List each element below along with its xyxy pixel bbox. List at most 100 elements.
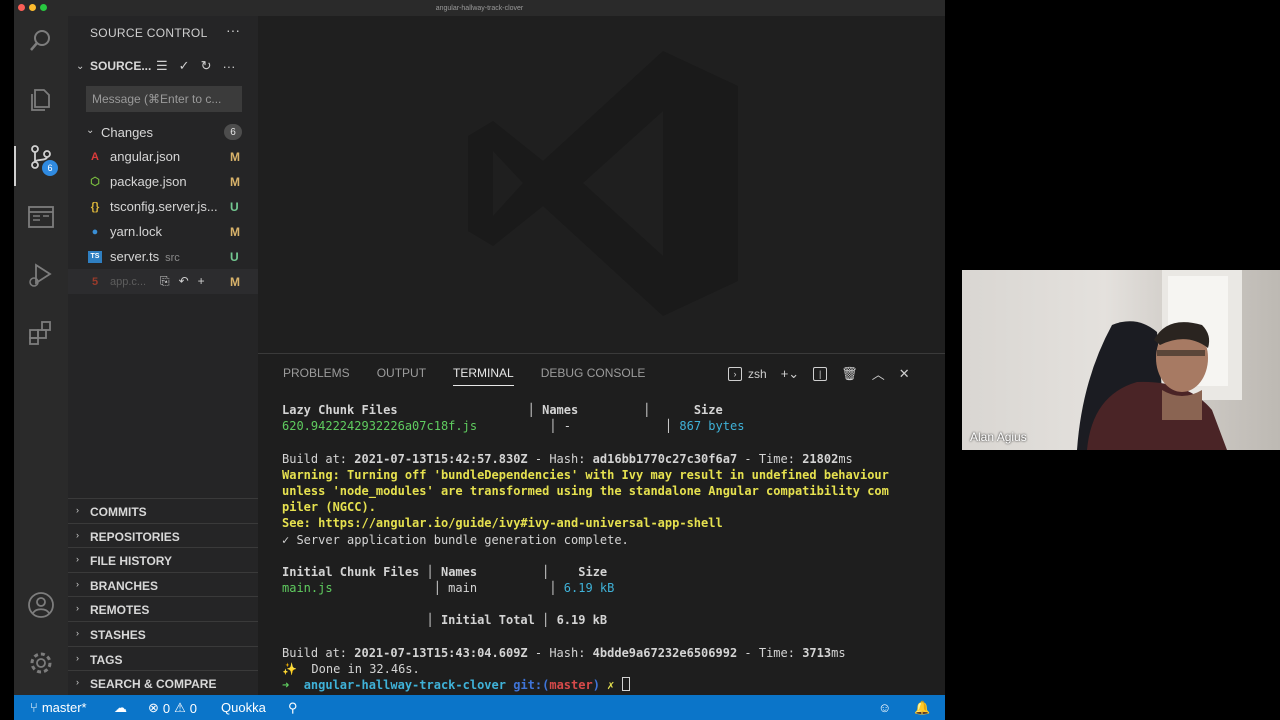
source-control-provider-row[interactable]: ⌄ SOURCE... ☰ ✓ ↻ ··· bbox=[68, 54, 258, 78]
open-file-icon[interactable]: ⎘ bbox=[160, 274, 170, 289]
editor-area[interactable] bbox=[258, 16, 945, 353]
minimize-window-button[interactable] bbox=[29, 4, 36, 11]
sidebar-more-actions-icon[interactable]: ··· bbox=[226, 22, 240, 38]
changed-file-item[interactable]: {} tsconfig.server.js... U bbox=[68, 194, 258, 219]
terminal-line: Build at: 2021-07-13T15:43:04.609Z - Has… bbox=[282, 645, 942, 661]
account-icon[interactable] bbox=[26, 590, 56, 620]
section-label: SEARCH & COMPARE bbox=[90, 677, 217, 691]
maximize-window-button[interactable] bbox=[40, 4, 47, 11]
commit-message-input[interactable]: Message (⌘Enter to c... bbox=[86, 86, 242, 112]
changes-count-badge: 6 bbox=[224, 124, 242, 140]
section-file-history[interactable]: › FILE HISTORY bbox=[68, 547, 258, 572]
active-view-indicator bbox=[14, 146, 16, 186]
file-name: server.ts bbox=[110, 249, 160, 264]
build-time: 21802 bbox=[802, 451, 839, 466]
refresh-icon[interactable]: ↻ bbox=[201, 58, 212, 74]
more-actions-icon[interactable]: ··· bbox=[222, 59, 235, 74]
time-label: - Time: bbox=[737, 645, 803, 660]
terminal-line: │ Initial Total │ 6.19 kB bbox=[282, 613, 608, 628]
file-status: M bbox=[230, 224, 240, 239]
chunk-file: main.js bbox=[282, 581, 333, 596]
build-date: 2021-07-13T15:42:57.830Z bbox=[354, 451, 528, 466]
provider-label: SOURCE... bbox=[90, 59, 152, 73]
sync-status[interactable]: ☁ bbox=[114, 700, 127, 716]
prompt-directory: angular-hallway-track-clover bbox=[303, 678, 506, 693]
changed-file-item[interactable]: ⬡ package.json M bbox=[68, 169, 258, 194]
section-commits[interactable]: › COMMITS bbox=[68, 498, 258, 523]
prompt-arrow: ➜ bbox=[282, 678, 290, 693]
section-stashes[interactable]: › STASHES bbox=[68, 621, 258, 646]
stage-changes-icon[interactable]: + bbox=[198, 274, 205, 289]
maximize-panel-icon[interactable]: ︿ bbox=[872, 364, 885, 383]
feedback-icon: ☺ bbox=[878, 700, 892, 715]
complete-message: ✓ Server application bundle generation c… bbox=[282, 532, 629, 547]
sidebar-title: SOURCE CONTROL bbox=[90, 26, 208, 40]
json-braces-icon: {} bbox=[90, 200, 100, 213]
tab-problems[interactable]: PROBLEMS bbox=[283, 366, 350, 386]
chevron-down-icon: ⌄ bbox=[76, 60, 85, 72]
changed-file-item[interactable]: ● yarn.lock M bbox=[68, 219, 258, 244]
section-search-compare[interactable]: › SEARCH & COMPARE bbox=[68, 670, 258, 695]
explorer-files-icon[interactable] bbox=[26, 84, 56, 114]
status-branch[interactable]: ⑂ master* bbox=[30, 700, 87, 715]
section-remotes[interactable]: › REMOTES bbox=[68, 596, 258, 621]
changed-file-item[interactable]: TS server.ts src U bbox=[68, 244, 258, 269]
notifications-status[interactable]: 🔔 bbox=[914, 700, 930, 716]
terminal-prompt-icon: › bbox=[728, 366, 742, 381]
close-window-button[interactable] bbox=[18, 4, 25, 11]
git-label: git:( bbox=[513, 678, 550, 693]
participant-name: Alan Agius bbox=[970, 430, 1027, 444]
terminal-line: See: https://angular.io/guide/ivy#ivy-an… bbox=[282, 516, 723, 531]
run-debug-icon[interactable] bbox=[26, 260, 56, 290]
close-icon[interactable]: ✕ bbox=[899, 366, 910, 382]
section-repositories[interactable]: › REPOSITORIES bbox=[68, 523, 258, 548]
view-as-list-icon[interactable]: ☰ bbox=[156, 58, 168, 74]
extension-status[interactable]: ⚲ bbox=[288, 700, 298, 716]
section-label: FILE HISTORY bbox=[90, 554, 173, 568]
chevron-down-icon: ⌄ bbox=[86, 125, 95, 136]
file-status: U bbox=[230, 199, 239, 214]
webcam-feed-image bbox=[1077, 270, 1242, 450]
gear-icon[interactable] bbox=[26, 648, 56, 678]
terminal-shell-selector[interactable]: › zsh bbox=[728, 366, 767, 381]
tab-output[interactable]: OUTPUT bbox=[377, 366, 426, 386]
tab-terminal[interactable]: TERMINAL bbox=[453, 366, 514, 386]
terminal-output[interactable]: Lazy Chunk Files │ Names │ Size 620.9422… bbox=[282, 402, 942, 693]
hash-label: - Hash: bbox=[527, 645, 593, 660]
git-label-close: ) bbox=[592, 678, 600, 693]
discard-changes-icon[interactable]: ↶ bbox=[179, 274, 189, 289]
live-share-status[interactable]: ☺ bbox=[878, 700, 891, 715]
provider-toolbar: ☰ ✓ ↻ ··· bbox=[156, 54, 235, 78]
tab-debug-console[interactable]: DEBUG CONSOLE bbox=[541, 366, 646, 386]
quokka-label: Quokka bbox=[221, 700, 266, 715]
terminal-line: main.js │ main │ 6.19 kB bbox=[282, 581, 615, 596]
participant-video: Alan Agius bbox=[962, 270, 1280, 450]
angular-icon: A bbox=[91, 150, 99, 163]
changed-file-item[interactable]: 5 app.c... ⎘ ↶ + M bbox=[68, 269, 258, 294]
column-header: Names bbox=[440, 564, 478, 579]
section-branches[interactable]: › BRANCHES bbox=[68, 572, 258, 597]
remote-explorer-icon[interactable] bbox=[26, 202, 56, 232]
time-label: - Time: bbox=[737, 451, 803, 466]
section-label: STASHES bbox=[90, 628, 146, 642]
chevron-right-icon: › bbox=[76, 603, 79, 613]
trash-icon[interactable]: 🗑 bbox=[841, 366, 858, 382]
commit-check-icon[interactable]: ✓ bbox=[179, 58, 190, 74]
branch-name: master* bbox=[41, 700, 87, 715]
time-unit: ms bbox=[838, 451, 853, 466]
new-terminal-icon[interactable]: +⌄ bbox=[781, 366, 799, 382]
section-label: REMOTES bbox=[90, 603, 150, 617]
extensions-icon[interactable] bbox=[26, 318, 56, 348]
problems-status[interactable]: ⊗ 0 ⚠ 0 bbox=[148, 700, 197, 716]
terminal-toolbar: › zsh +⌄ | 🗑 ︿ ✕ bbox=[728, 364, 910, 383]
section-tags[interactable]: › TAGS bbox=[68, 646, 258, 671]
quokka-status[interactable]: Quokka bbox=[221, 700, 266, 715]
changes-group-header[interactable]: ⌄ Changes 6 bbox=[68, 120, 258, 144]
changed-file-item[interactable]: A angular.json M bbox=[68, 144, 258, 169]
file-name-wrapper: server.ts src bbox=[110, 249, 180, 264]
chevron-right-icon: › bbox=[76, 505, 79, 515]
split-terminal-icon[interactable]: | bbox=[813, 366, 828, 381]
search-icon[interactable] bbox=[26, 26, 56, 56]
